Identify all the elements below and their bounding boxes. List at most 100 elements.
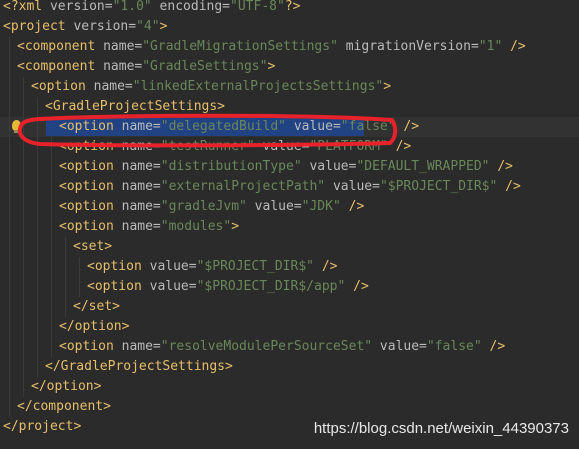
csdn-watermark: https://blog.csdn.net/weixin_44390373 (313, 420, 569, 437)
code-line[interactable]: <project version="4"> (0, 17, 579, 37)
code-line[interactable]: <set> (0, 237, 579, 257)
xml-attribute-token: encoding= (151, 0, 231, 14)
xml-attribute-token: version= (73, 19, 137, 34)
indent-guide (51, 197, 52, 217)
indent-guide (37, 337, 38, 357)
xml-value-token: "$PROJECT_DIR$" (379, 179, 498, 194)
indent-guide (9, 77, 10, 97)
code-line[interactable]: <component name="GradleSettings"> (0, 57, 579, 77)
code-line[interactable]: </set> (0, 297, 579, 317)
xml-tag-token: > (159, 19, 168, 34)
indent-guide (9, 377, 10, 397)
xml-value-token: "4" (136, 19, 160, 34)
code-text: <option name="gradleJvm" value="JDK" /> (59, 197, 364, 217)
xml-attribute-token: migrationVersion= (337, 39, 479, 54)
indent-guide (23, 177, 24, 197)
indent-guide (37, 297, 38, 317)
xml-tag-token: <option (87, 259, 150, 274)
code-text: <GradleProjectSettings> (45, 97, 225, 117)
code-line[interactable]: <?xml version="1.0" encoding="UTF-8"?> (0, 0, 579, 17)
indent-guide (51, 337, 52, 357)
indent-guide (23, 137, 24, 157)
indent-guide (23, 297, 24, 317)
indent-guide (23, 77, 24, 97)
xml-attribute-token: value= (149, 259, 197, 274)
indent-guide (37, 137, 38, 157)
xml-tag-token: <option (59, 119, 122, 134)
code-text: </option> (59, 317, 129, 337)
indent-guide (23, 237, 24, 257)
code-line[interactable]: </option> (0, 377, 579, 397)
code-text: </GradleProjectSettings> (45, 357, 233, 377)
xml-attribute-token: value= (301, 159, 357, 174)
code-line[interactable]: </component> (0, 397, 579, 417)
xml-value-token: "JDK" (301, 199, 341, 214)
indent-guide (79, 277, 80, 297)
indent-guide (23, 97, 24, 117)
code-line[interactable]: <option name="delegatedBuild" value="fal… (0, 117, 579, 137)
xml-attribute-token: value= (254, 139, 310, 154)
xml-value-token: "externalProjectPath" (160, 179, 326, 194)
xml-value-token: "PLATFORM" (309, 139, 388, 154)
xml-value-token: "GradleSettings" (142, 59, 268, 74)
indent-guide (51, 277, 52, 297)
indent-guide (51, 217, 52, 237)
xml-value-token: "GradleMigrationSettings" (142, 39, 338, 54)
xml-tag-token: <option (59, 139, 122, 154)
xml-tag-token: <option (59, 219, 122, 234)
xml-tag-token: /> (489, 159, 513, 174)
xml-attribute-token: name= (93, 79, 133, 94)
indent-guide (51, 157, 52, 177)
xml-value-token: "linkedExternalProjectsSettings" (132, 79, 384, 94)
xml-tag-token: <?xml (3, 0, 50, 14)
indent-guide (51, 237, 52, 257)
indent-guide (23, 217, 24, 237)
code-line[interactable]: </GradleProjectSettings> (0, 357, 579, 377)
code-line[interactable]: <option name="linkedExternalProjectsSett… (0, 77, 579, 97)
code-text: <set> (73, 237, 112, 257)
indent-guide (37, 177, 38, 197)
code-text: <option name="externalProjectPath" value… (59, 177, 521, 197)
code-line[interactable]: <option name="testRunner" value="PLATFOR… (0, 137, 579, 157)
indent-guide (9, 337, 10, 357)
code-line[interactable]: <option value="$PROJECT_DIR$" /> (0, 257, 579, 277)
indent-guide (51, 317, 52, 337)
code-line[interactable]: <option name="externalProjectPath" value… (0, 177, 579, 197)
indent-guide (9, 137, 10, 157)
indent-guide (51, 297, 52, 317)
indent-guide (9, 317, 10, 337)
indent-guide (9, 297, 10, 317)
code-text: <option name="testRunner" value="PLATFOR… (59, 137, 411, 157)
xml-tag-token: > (267, 59, 276, 74)
intention-bulb-icon[interactable] (12, 120, 21, 133)
indent-guide (65, 257, 66, 277)
xml-value-token: "modules" (160, 219, 232, 234)
code-text: </option> (31, 377, 101, 397)
code-line[interactable]: <option name="resolveModulePerSourceSet"… (0, 337, 579, 357)
xml-value-token: "delegatedBuild" (160, 119, 286, 134)
code-line[interactable]: </option> (0, 317, 579, 337)
indent-guide (37, 237, 38, 257)
indent-guide (9, 57, 10, 77)
code-line[interactable]: <component name="GradleMigrationSettings… (0, 37, 579, 57)
indent-guide (37, 357, 38, 377)
xml-attribute-token: name= (121, 219, 161, 234)
code-line[interactable]: <option name="distributionType" value="D… (0, 157, 579, 177)
xml-tag-token: /> (314, 259, 338, 274)
indent-guide (23, 197, 24, 217)
xml-value-token: "gradleJvm" (160, 199, 247, 214)
xml-tag-token: </option> (31, 379, 102, 394)
xml-value-token: "DEFAULT_WRAPPED" (356, 159, 490, 174)
xml-value-token: "false" (340, 119, 396, 134)
code-text: <option name="distributionType" value="D… (59, 157, 513, 177)
xml-value-token: "$PROJECT_DIR$/app" (196, 279, 346, 294)
xml-editor[interactable]: <?xml version="1.0" encoding="UTF-8"?> <p… (0, 0, 579, 449)
code-line[interactable]: <option value="$PROJECT_DIR$/app" /> (0, 277, 579, 297)
xml-tag-token: ?> (284, 0, 301, 14)
code-text: <option value="$PROJECT_DIR$/app" /> (87, 277, 369, 297)
indent-guide (51, 137, 52, 157)
code-line[interactable]: <GradleProjectSettings> (0, 97, 579, 117)
code-line[interactable]: <option name="modules"> (0, 217, 579, 237)
code-line[interactable]: <option name="gradleJvm" value="JDK" /> (0, 197, 579, 217)
xml-tag-token: <option (59, 179, 122, 194)
